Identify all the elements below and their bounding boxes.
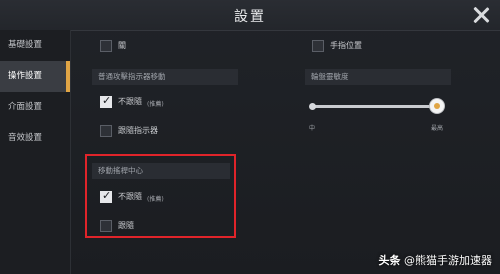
watermark-prefix: 头条 [378, 254, 401, 267]
page-title: 設置 [234, 9, 266, 25]
sidebar-item-basic[interactable]: 基礎設置 [0, 30, 70, 61]
watermark: 头条 @熊猫手游加速器 [379, 252, 493, 268]
sidebar: 基礎設置 操作設置 介面設置 音效設置 [0, 30, 71, 274]
follow-pointer-section: 普通攻擊指示器移動 [92, 69, 238, 85]
check-icon: ✓ [102, 94, 112, 107]
sidebar-item-sound[interactable]: 音效設置 [0, 123, 70, 154]
no-follow-label: 不跟隨 [118, 97, 142, 106]
title-bar: 設置 [0, 0, 500, 31]
guan-checkbox[interactable] [100, 40, 112, 52]
sensitivity-section: 輪盤靈敏度 [305, 69, 451, 85]
watermark-suffix: @熊猫手游加速器 [404, 254, 492, 267]
follow-pointer-label: 跟隨指示器 [118, 126, 158, 135]
sidebar-item-interface[interactable]: 介面設置 [0, 92, 70, 123]
sidebar-item-controls[interactable]: 操作設置 [0, 61, 70, 92]
slider-thumb[interactable] [430, 99, 444, 113]
sensitivity-slider[interactable] [311, 105, 438, 108]
finger-position-label: 手指位置 [330, 41, 362, 50]
no-follow-checkbox[interactable]: ✓ [100, 94, 112, 108]
finger-position-checkbox[interactable] [312, 40, 324, 52]
follow-pointer-checkbox[interactable] [100, 125, 112, 137]
slider-start-dot [309, 103, 316, 110]
guan-label: 關 [118, 41, 126, 50]
sensitivity-mid-label: 中 [309, 125, 316, 132]
highlight-box [85, 154, 236, 238]
sensitivity-high-label: 最高 [431, 125, 444, 132]
settings-window: 設置 基礎設置 操作設置 介面設置 音效設置 關 手指位置 普通攻擊指示器移動 … [0, 0, 500, 274]
recommended-note: (推薦) [147, 101, 164, 108]
close-icon[interactable] [471, 5, 491, 25]
